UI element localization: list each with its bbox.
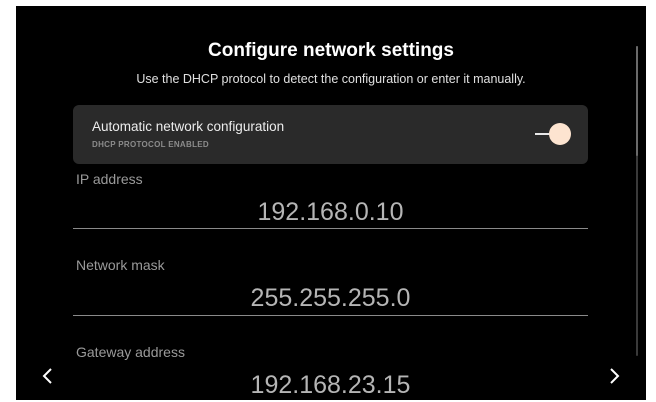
automatic-config-card[interactable]: Automatic network configuration DHCP PRO…	[73, 105, 588, 164]
dhcp-status-text: DHCP PROTOCOL ENABLED	[92, 140, 209, 149]
previous-button[interactable]	[38, 366, 58, 386]
network-settings-screen: Configure network settings Use the DHCP …	[16, 6, 646, 400]
toggle-knob	[549, 123, 571, 145]
ip-address-label: IP address	[76, 171, 143, 187]
ip-address-field[interactable]: 192.168.0.10	[73, 198, 588, 227]
network-mask-underline	[73, 315, 588, 316]
page-title: Configure network settings	[208, 40, 454, 61]
network-mask-field[interactable]: 255.255.255.0	[73, 284, 588, 313]
chevron-right-icon	[610, 368, 620, 384]
ip-address-underline	[73, 228, 588, 229]
scrollbar-thumb[interactable]	[636, 46, 638, 156]
automatic-config-toggle[interactable]	[535, 122, 571, 146]
network-mask-label: Network mask	[76, 257, 165, 273]
gateway-address-field[interactable]: 192.168.23.15	[73, 371, 588, 400]
scrollbar[interactable]	[636, 46, 638, 356]
gateway-address-label: Gateway address	[76, 344, 185, 360]
next-button[interactable]	[604, 366, 624, 386]
page-subtitle: Use the DHCP protocol to detect the conf…	[136, 72, 526, 86]
automatic-config-label: Automatic network configuration	[92, 119, 285, 134]
chevron-left-icon	[42, 368, 52, 384]
